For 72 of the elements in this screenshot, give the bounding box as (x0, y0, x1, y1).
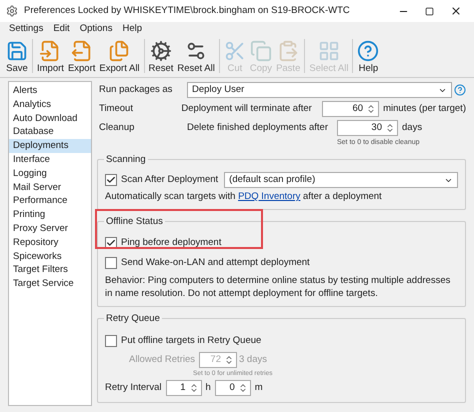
toolbar-button[interactable]: Import (35, 40, 66, 75)
sidebar-item[interactable]: Mail Server (9, 180, 91, 194)
sidebar-item[interactable]: Spiceworks (9, 250, 91, 264)
sidebar-item[interactable]: Logging (9, 166, 91, 181)
spinner-icon[interactable] (224, 355, 234, 365)
toolbar-button[interactable]: Help (355, 40, 382, 75)
toolbar-button[interactable]: Save (4, 40, 30, 75)
scan-note: Automatically scan targets with PDQ Inventory after a deployment (105, 191, 383, 203)
checkbox-label: Put offline targets in Retry Queue (121, 335, 262, 347)
checkbox[interactable] (105, 174, 117, 186)
maximize-icon[interactable] (425, 6, 434, 16)
menu-item[interactable]: Edit (53, 23, 70, 35)
sidebar-item[interactable]: Printing (9, 208, 91, 222)
field-unit: h (206, 382, 211, 394)
sidebar-item[interactable]: Deployments (9, 139, 91, 153)
paste-icon (277, 40, 300, 62)
save-icon (6, 40, 28, 62)
spinner-icon[interactable] (385, 123, 395, 133)
field-label: Timeout (98, 103, 134, 115)
sidebar-item[interactable]: Auto Download (9, 112, 91, 126)
cut-icon (224, 40, 246, 62)
checkbox[interactable] (105, 257, 117, 269)
menu-item[interactable]: Settings (9, 23, 44, 35)
copy-icon (250, 40, 272, 62)
toolbar-button[interactable]: Reset (146, 40, 176, 75)
toolbar-button[interactable]: Export All (97, 40, 142, 75)
checkbox-label: Send Wake-on-LAN and attempt deployment (121, 257, 310, 269)
field-label: Retry Interval (105, 382, 162, 394)
app-gear-icon (6, 5, 18, 17)
checkbox-label: Scan After Deployment (121, 174, 218, 186)
dropdown[interactable]: (default scan profile) (224, 172, 458, 188)
spinner-icon[interactable] (238, 383, 248, 393)
export-icon (70, 40, 93, 62)
field-unit: minutes (per target) (383, 103, 466, 115)
window-title: Preferences Locked by WHISKEYTIME\brock.bingham on S19-BROCK-WTC (24, 5, 351, 17)
field-unit: days (402, 122, 422, 134)
sidebar-item[interactable]: Repository (9, 236, 91, 250)
field-text: Delete finished deployments after (187, 122, 329, 134)
spinner-icon[interactable] (188, 383, 198, 393)
group-title: Retry Queue (104, 312, 162, 325)
sidebar-item[interactable]: Database (9, 125, 91, 140)
help-icon[interactable] (454, 84, 466, 96)
toolbar-button[interactable]: Export (66, 40, 98, 75)
checkbox-label: Ping before deployment (121, 237, 222, 249)
close-icon[interactable] (450, 5, 462, 17)
number-field[interactable]: 1 (166, 380, 202, 396)
field-unit: m (254, 382, 263, 394)
field-label: Cleanup (98, 122, 136, 134)
sidebar-item[interactable]: Alerts (9, 84, 91, 98)
help-icon (357, 40, 380, 62)
field-text: Deployment will terminate after (181, 103, 313, 115)
field-label: Allowed Retries (128, 354, 195, 366)
field-label: Run packages as (98, 84, 174, 96)
sidebar-item[interactable]: Target Service (9, 277, 91, 291)
number-field[interactable]: 0 (214, 380, 251, 396)
dropdown[interactable]: Deploy User (187, 82, 452, 98)
sidebar-item[interactable]: Target Filters (9, 263, 91, 278)
sidebar-item[interactable]: Analytics (9, 98, 91, 112)
menu-item[interactable]: Help (122, 23, 142, 35)
sidebar-item[interactable]: Performance (9, 194, 91, 208)
field-unit: 3 days (239, 354, 267, 366)
pdq-link[interactable]: PDQ Inventory (238, 191, 300, 202)
menu-item[interactable]: Options (80, 23, 112, 35)
sidebar-item[interactable]: Proxy Server (9, 222, 91, 236)
checkbox[interactable] (105, 335, 117, 347)
behavior-text: Behavior: Ping computers to determine online status by testing multiple addresses in name resolution. Do not attempt deployment for offline targets. (105, 274, 452, 300)
toolbar-button[interactable]: Reset All (175, 40, 217, 75)
number-field[interactable]: 60 (322, 101, 380, 117)
sidebar-item[interactable]: Interface (9, 152, 91, 167)
number-field[interactable]: 30 (337, 120, 398, 136)
spinner-icon[interactable] (366, 104, 376, 114)
group-title: Scanning (104, 153, 148, 166)
